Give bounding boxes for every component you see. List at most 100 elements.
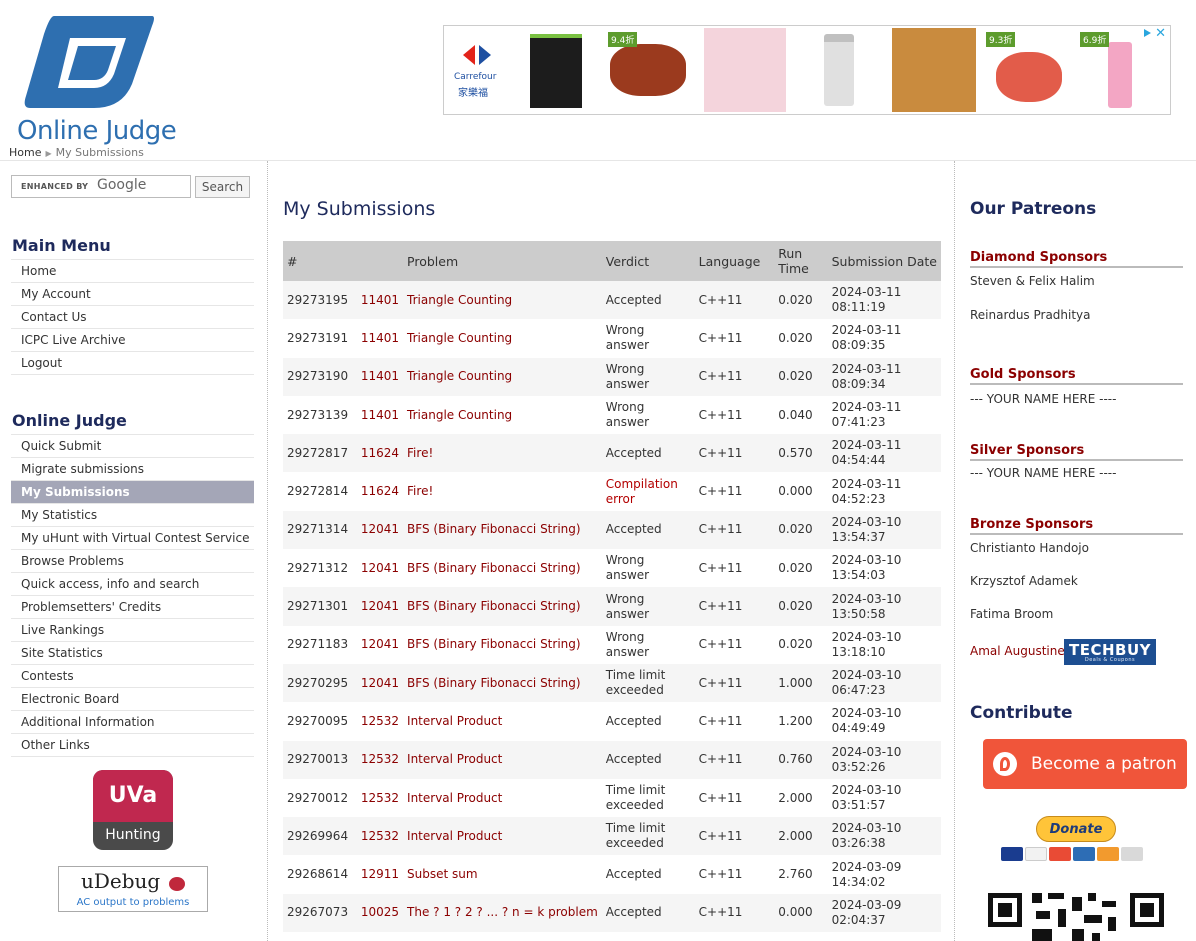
run-time: 0.760 [774, 740, 828, 779]
submission-date-day: 2024-03-10 [831, 514, 902, 529]
oj-menu-item-quick-submit[interactable]: Quick Submit [11, 435, 254, 458]
oj-menu-item-live-rankings[interactable]: Live Rankings [11, 619, 254, 642]
problem-number-link[interactable]: 12532 [356, 740, 404, 779]
oj-menu-item-my-uhunt-with-virtual-contest-service[interactable]: My uHunt with Virtual Contest Service [11, 527, 254, 550]
language: C++11 [694, 817, 775, 856]
search-input[interactable]: ENHANCED BY Google [11, 175, 191, 198]
problem-number-link[interactable]: 11624 [356, 472, 404, 511]
oj-menu-item-site-statistics[interactable]: Site Statistics [11, 642, 254, 665]
problem-title-link[interactable]: BFS (Binary Fibonacci String) [403, 510, 602, 550]
main-menu-item-logout[interactable]: Logout [11, 352, 254, 375]
problem-number-link[interactable]: 12041 [356, 625, 404, 664]
ad-product-roast-duck[interactable]: 9.4折 [606, 28, 688, 112]
problem-number-link[interactable]: 10025 [356, 893, 404, 933]
ad-product-drink-pack[interactable] [526, 28, 586, 112]
oj-menu-item-my-statistics[interactable]: My Statistics [11, 504, 254, 527]
problem-title-link[interactable]: Interval Product [403, 778, 602, 818]
problem-title-link[interactable]: Interval Product [403, 740, 602, 779]
submission-date-time: 06:47:23 [831, 683, 886, 698]
ad-close-icon[interactable]: ✕ [1155, 26, 1166, 41]
problem-title-link[interactable]: BFS (Binary Fibonacci String) [403, 625, 602, 664]
problem-number-link[interactable]: 12041 [356, 663, 404, 703]
submission-id: 29267073 [283, 893, 357, 933]
submission-date-time: 03:52:26 [831, 759, 886, 774]
problem-title-link[interactable]: Triangle Counting [403, 357, 602, 396]
problem-number-link[interactable]: 11401 [356, 319, 404, 358]
problem-number-link[interactable]: 12041 [356, 549, 404, 588]
table-row: 29272817 11624 Fire! Accepted C++11 0.570 2024… [283, 434, 941, 473]
problem-title-link[interactable]: Triangle Counting [403, 281, 602, 320]
uva-hunting-logo[interactable]: UVa Hunting [93, 770, 173, 850]
qr-code-icon[interactable] [988, 889, 1164, 941]
ad-product-cookware[interactable] [704, 28, 786, 112]
oj-menu-item-browse-problems[interactable]: Browse Problems [11, 550, 254, 573]
ad-info-icon[interactable] [1142, 27, 1152, 37]
problem-title-link[interactable]: Fire! [403, 434, 602, 473]
search-button[interactable]: Search [195, 176, 250, 198]
problem-number-link[interactable]: 12532 [356, 778, 404, 818]
main-menu-item-my-account[interactable]: My Account [11, 283, 254, 306]
oj-menu-item-problemsetters-credits[interactable]: Problemsetters' Credits [11, 596, 254, 619]
ad-banner[interactable]: Carrefour 家樂福 9.4折 9.3折 6.9折 ✕ [443, 25, 1171, 115]
problem-title-link[interactable]: BFS (Binary Fibonacci String) [403, 663, 602, 703]
problem-number-link[interactable]: 12532 [356, 702, 404, 741]
problem-number-link[interactable]: 12532 [356, 817, 404, 856]
language: C++11 [694, 778, 775, 818]
bronze-sponsor-1: Christianto Handojo [970, 541, 1089, 555]
oj-menu-item-contests[interactable]: Contests [11, 665, 254, 688]
problem-number-link[interactable]: 11401 [356, 281, 404, 320]
main-menu-item-icpc-live-archive[interactable]: ICPC Live Archive [11, 329, 254, 352]
problem-title-link[interactable]: Interval Product [403, 702, 602, 741]
submission-date-time: 14:34:02 [831, 874, 886, 889]
search-enhanced-label: ENHANCED BY [21, 182, 89, 191]
submission-date: 2024-03-10 06:47:23 [827, 663, 941, 703]
drink-pack-image [530, 34, 582, 108]
donate-button[interactable]: Donate [1036, 816, 1116, 842]
problem-title-link[interactable]: BFS (Binary Fibonacci String) [403, 549, 602, 588]
oj-menu-item-my-submissions[interactable]: My Submissions [11, 481, 254, 504]
ad-product-pink-can[interactable]: 6.9折 [1078, 28, 1138, 112]
problem-title-link[interactable]: The ? 1 ? 2 ? ... ? n = k problem [403, 893, 602, 933]
problem-title-link[interactable]: Subset sum [403, 855, 602, 894]
oj-menu-item-additional-information[interactable]: Additional Information [11, 711, 254, 734]
problem-number-link[interactable]: 12041 [356, 587, 404, 626]
oj-menu-item-electronic-board[interactable]: Electronic Board [11, 688, 254, 711]
run-time: 2.760 [774, 855, 828, 894]
roast-duck-image [610, 44, 686, 96]
bronze-sponsor-4-link[interactable]: Amal Augustine [970, 644, 1065, 658]
problem-title-link[interactable]: Interval Product [403, 817, 602, 856]
breadcrumb-home-link[interactable]: Home [9, 146, 41, 159]
problem-title-link[interactable]: Triangle Counting [403, 395, 602, 435]
ad-product-energy-can[interactable] [816, 28, 866, 112]
carrefour-logo[interactable]: Carrefour 家樂福 [448, 28, 506, 112]
submission-id: 29273195 [283, 281, 357, 320]
logo-text: Online Judge [17, 116, 177, 146]
language: C++11 [694, 319, 775, 358]
techbuy-logo[interactable]: TECHBUY Deals & Coupons [1064, 639, 1156, 665]
maestro-card-icon [1001, 847, 1023, 861]
oj-menu-item-migrate-submissions[interactable]: Migrate submissions [11, 458, 254, 481]
problem-number-link[interactable]: 12911 [356, 855, 404, 894]
oj-menu-item-other-links[interactable]: Other Links [11, 734, 254, 757]
problem-title-link[interactable]: Triangle Counting [403, 319, 602, 358]
main-menu-item-home[interactable]: Home [11, 260, 254, 283]
ad-product-roast-chicken[interactable] [892, 28, 976, 112]
problem-number-link[interactable]: 11401 [356, 395, 404, 435]
udebug-logo[interactable]: uDebug AC output to problems [58, 866, 208, 912]
problem-number-link[interactable]: 12041 [356, 510, 404, 550]
ad-product-apples[interactable]: 9.3折 [984, 28, 1070, 112]
main-menu-item-contact-us[interactable]: Contact Us [11, 306, 254, 329]
problem-number-link[interactable]: 11401 [356, 357, 404, 396]
submission-id: 29273191 [283, 319, 357, 358]
verdict: Wrong answer [601, 625, 695, 664]
problem-title-link[interactable]: Fire! [403, 472, 602, 511]
submission-date: 2024-03-10 13:54:03 [827, 549, 941, 588]
language: C++11 [694, 663, 775, 703]
problem-title-link[interactable]: BFS (Binary Fibonacci String) [403, 587, 602, 626]
run-time: 1.000 [774, 663, 828, 703]
verdict: Wrong answer [601, 319, 695, 358]
uva-logo-bottom: Hunting [105, 827, 161, 843]
udebug-tagline[interactable]: AC output to problems [59, 897, 207, 908]
problem-number-link[interactable]: 11624 [356, 434, 404, 473]
oj-menu-item-quick-access-info-and-search[interactable]: Quick access, info and search [11, 573, 254, 596]
